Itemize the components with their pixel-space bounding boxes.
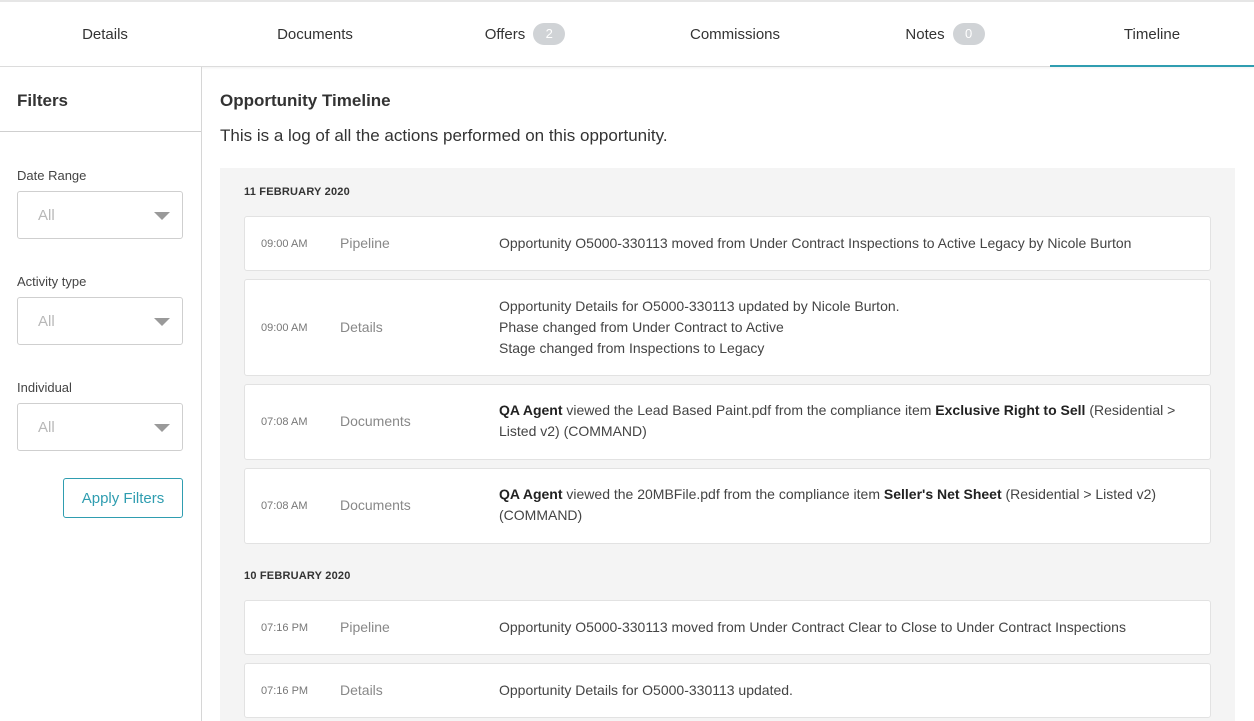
timeline-entry: 07:08 AM Documents QA Agent viewed the L… [244,384,1211,460]
tab-label: Notes [905,25,945,43]
entry-category: Pipeline [340,235,390,251]
entry-category: Details [340,319,383,335]
apply-filters-button[interactable]: Apply Filters [63,478,183,518]
entry-description: Opportunity O5000-330113 moved from Unde… [499,235,1132,251]
entry-description: Opportunity Details for O5000-330113 upd… [499,682,793,698]
tab-details[interactable]: Details [0,2,210,66]
timeline-entry: 07:08 AM Documents QA Agent viewed the 2… [244,468,1211,544]
entry-time: 07:08 AM [261,416,308,428]
select-value: All [38,419,55,436]
individual-label: Individual [17,380,72,395]
entry-description: Opportunity O5000-330113 moved from Unde… [499,619,1126,635]
entry-category: Pipeline [340,619,390,635]
page-title: Opportunity Timeline [220,91,391,110]
entry-time: 07:16 PM [261,685,309,697]
entry-line: Opportunity Details for O5000-330113 upd… [499,298,900,314]
tab-label: Details [82,25,128,43]
date-range-label: Date Range [17,168,87,183]
chevron-down-icon [154,212,170,220]
entry-description: QA Agent viewed the Lead Based Paint.pdf… [499,400,1196,442]
entry-category: Details [340,682,383,698]
page-subtitle: This is a log of all the actions perform… [220,126,668,145]
entry-compliance-item: Exclusive Right to Sell [935,402,1086,418]
entry-description: QA Agent viewed the 20MBFile.pdf from th… [499,484,1196,526]
entry-line: Phase changed from Under Contract to Act… [499,319,784,335]
chevron-down-icon [154,424,170,432]
offers-count-badge: 2 [533,23,566,45]
filters-title: Filters [0,67,201,132]
notes-count-badge: 0 [952,23,985,45]
entry-category: Documents [340,413,411,429]
tab-commissions[interactable]: Commissions [630,2,840,66]
timeline-entry: 07:16 PM Details Opportunity Details for… [244,663,1211,718]
entry-time: 09:00 AM [261,322,308,334]
tab-label: Documents [277,25,353,43]
entry-time: 07:16 PM [261,622,309,634]
entry-text: viewed the Lead Based Paint.pdf from the… [562,402,936,418]
entry-time: 09:00 AM [261,238,308,250]
individual-select[interactable]: All [17,403,183,451]
date-heading: 11 FEBRUARY 2020 [244,186,350,198]
timeline-entry: 07:16 PM Pipeline Opportunity O5000-3301… [244,600,1211,655]
entry-line: Stage changed from Inspections to Legacy [499,340,765,356]
filters-sidebar: Filters Date Range All Activity type All… [0,67,202,721]
entry-actor: QA Agent [499,486,563,502]
tab-label: Timeline [1123,25,1181,43]
select-value: All [38,313,55,330]
tab-bar: Details Documents Offers 2 Commissions No… [0,0,1254,67]
tab-label: Commissions [689,25,780,43]
tab-documents[interactable]: Documents [210,2,420,66]
tab-notes[interactable]: Notes 0 [840,2,1050,66]
entry-compliance-item: Seller's Net Sheet [883,486,1002,502]
entry-time: 07:08 AM [261,500,308,512]
date-range-select[interactable]: All [17,191,183,239]
entry-actor: QA Agent [499,402,563,418]
activity-type-select[interactable]: All [17,297,183,345]
date-heading: 10 FEBRUARY 2020 [244,570,351,582]
entry-description: Opportunity Details for O5000-330113 upd… [499,296,1196,359]
entry-text: viewed the 20MBFile.pdf from the complia… [562,486,884,502]
timeline-log: 11 FEBRUARY 2020 09:00 AM Pipeline Oppor… [220,168,1235,721]
tab-timeline[interactable]: Timeline [1050,2,1254,67]
tab-label: Offers [484,25,526,43]
select-value: All [38,207,55,224]
chevron-down-icon [154,318,170,326]
timeline-entry: 09:00 AM Details Opportunity Details for… [244,279,1211,376]
timeline-entry: 09:00 AM Pipeline Opportunity O5000-3301… [244,216,1211,271]
tab-offers[interactable]: Offers 2 [420,2,630,66]
entry-category: Documents [340,497,411,513]
activity-type-label: Activity type [17,274,87,289]
